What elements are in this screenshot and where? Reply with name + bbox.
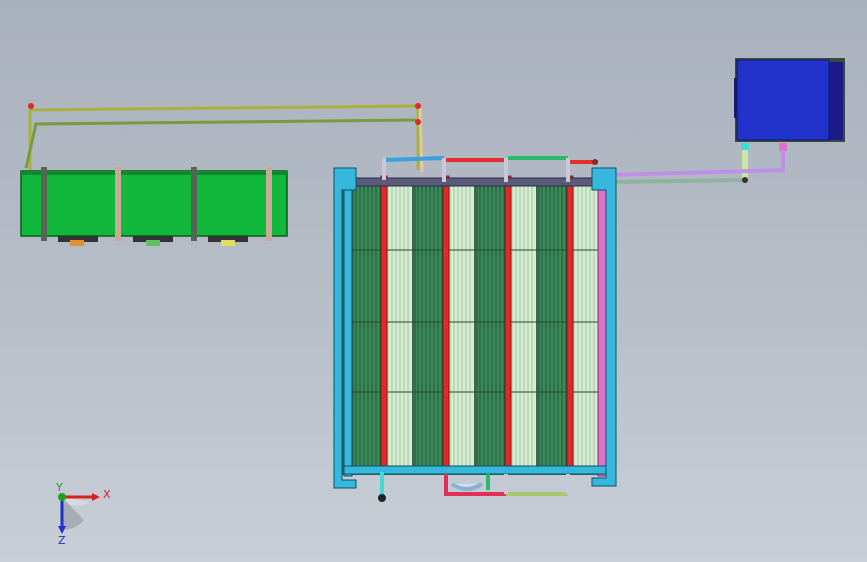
coil-panel [414, 175, 476, 471]
condenser-housing [20, 170, 288, 237]
control-box[interactable] [609, 58, 845, 184]
orientation-triad: X Y Z [55, 481, 111, 547]
drain-piping [378, 472, 570, 502]
coil-tube [504, 175, 512, 471]
coil-panel [538, 175, 600, 471]
cad-viewport[interactable]: X Y Z [0, 0, 867, 562]
condenser-piping [24, 103, 424, 173]
coil-panel [352, 175, 414, 471]
coil-tube [566, 175, 574, 471]
x-axis-label: X [103, 488, 111, 501]
z-axis-label: Z [58, 534, 66, 547]
coil-tube [380, 175, 388, 471]
condenser-fan-motors [58, 236, 248, 246]
coil-tube [442, 175, 450, 471]
coil-assembly[interactable] [333, 156, 617, 502]
control-box-connectors [609, 143, 787, 184]
coil-panel [476, 175, 538, 471]
y-axis-label: Y [55, 481, 63, 494]
